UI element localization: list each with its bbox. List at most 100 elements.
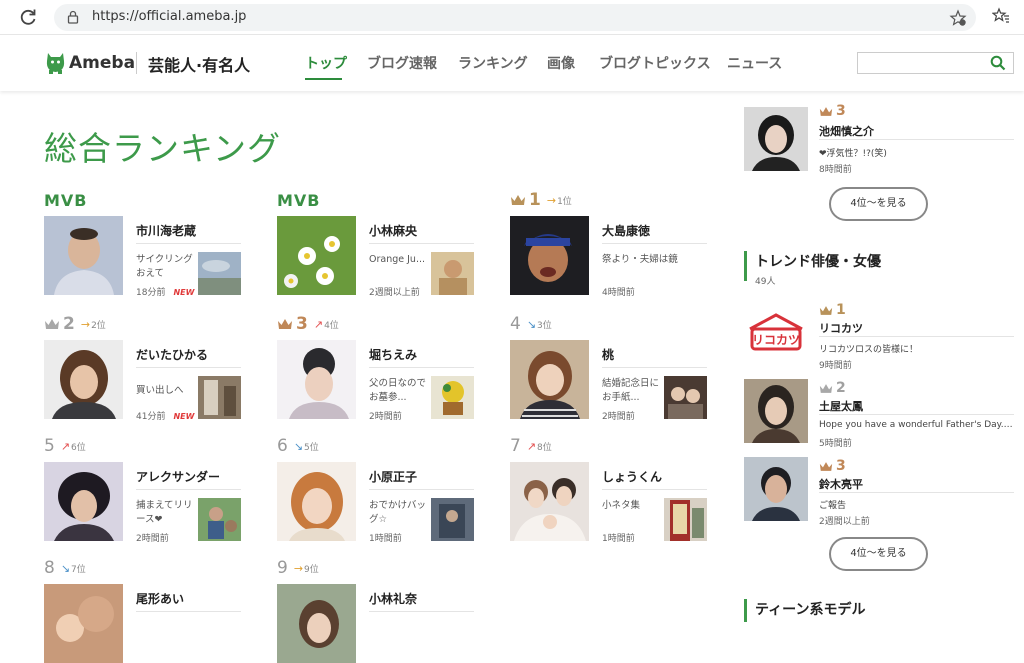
blogger-name[interactable]: 大島康徳: [602, 222, 650, 239]
ranking-card[interactable]: 3 ↗4位 堀ちえみ 父の日なのでお墓参... 2時間前: [277, 314, 475, 422]
new-badge: NEW: [173, 288, 195, 297]
entry-thumbnail[interactable]: [664, 498, 707, 541]
entry-snippet[interactable]: リコカツロスの皆様に！: [819, 342, 1014, 355]
profile-photo[interactable]: [277, 584, 356, 663]
ranking-card[interactable]: MVB 小林麻央 Orange Ju... 2週間以上前: [277, 191, 475, 298]
blogger-name[interactable]: 池畑慎之介: [819, 123, 874, 139]
sidebar-ranking-item[interactable]: リコカツ 1 リコカツ リコカツロスの皆様に！ 9時間前: [744, 301, 1024, 371]
blogger-name[interactable]: リコカツ: [819, 320, 863, 336]
profile-photo[interactable]: [510, 340, 589, 419]
address-bar[interactable]: https://official.ameba.jp: [54, 4, 976, 31]
entry-thumbnail[interactable]: [431, 252, 474, 295]
entry-snippet[interactable]: 結婚記念日にお手紙...: [602, 377, 660, 405]
entry-snippet[interactable]: Orange Ju...: [369, 253, 427, 281]
rank-movement: →9位: [293, 561, 319, 575]
nav-top[interactable]: トップ: [305, 53, 347, 73]
entry-snippet[interactable]: 捕まえてリリース❤: [136, 499, 194, 527]
ranking-card[interactable]: 5 ↗6位 アレクサンダー 捕まえてリリース❤ 2時間前: [44, 436, 242, 544]
rank-number: 3: [836, 458, 846, 474]
ranking-card[interactable]: 6 ↘5位 小原正子 おでかけバッグ☆ 1時間前: [277, 436, 475, 544]
blogger-name[interactable]: 土屋太鳳: [819, 398, 863, 414]
url-text[interactable]: https://official.ameba.jp: [92, 9, 246, 24]
site-name[interactable]: 芸能人·有名人: [148, 52, 250, 76]
rikokatsu-logo[interactable]: リコカツ: [744, 301, 808, 365]
nav-news[interactable]: ニュース: [727, 53, 782, 73]
svg-text:リコカツ: リコカツ: [752, 333, 800, 347]
rank-number: 2: [836, 380, 846, 396]
profile-photo[interactable]: [510, 462, 589, 541]
see-more-button[interactable]: 4位〜を見る: [829, 187, 928, 221]
arrow-up-icon: ↗: [526, 439, 537, 453]
rank-number: 4: [510, 314, 521, 334]
profile-photo[interactable]: [744, 107, 808, 171]
entry-thumbnail[interactable]: [198, 376, 241, 419]
entry-snippet[interactable]: 父の日なのでお墓参...: [369, 377, 427, 405]
blogger-name[interactable]: 鈴木亮平: [819, 476, 863, 492]
search-icon[interactable]: [990, 55, 1006, 71]
ranking-card[interactable]: 4 ↘3位 桃 結婚記念日にお手紙... 2時間前: [510, 314, 708, 422]
entry-time: 2時間前: [369, 412, 402, 422]
sidebar-ranking-item[interactable]: 3 池畑慎之介 ❤浮気性？!?(笑) 8時間前: [744, 103, 1024, 175]
ranking-card[interactable]: MVB 市川海老蔵 サイクリングおえて 18分前 NEW: [44, 191, 242, 298]
blogger-name[interactable]: だいたひかる: [136, 346, 208, 363]
ranking-card[interactable]: 8 ↘7位 尾形あい: [44, 558, 242, 663]
ranking-card[interactable]: 1 →1位 大島康徳 祭より・夫婦は鏡 4時間前: [510, 190, 708, 298]
rank-movement: ↘7位: [60, 561, 86, 575]
entry-snippet[interactable]: おでかけバッグ☆: [369, 499, 427, 527]
entry-time: 2週間以上前: [819, 517, 870, 527]
sidebar-ranking-item[interactable]: 3 鈴木亮平 ご報告 2週間以上前: [744, 457, 1024, 527]
blogger-name[interactable]: アレクサンダー: [136, 468, 220, 485]
profile-photo[interactable]: [44, 216, 123, 295]
page-title: 総合ランキング: [44, 129, 282, 168]
ranking-card[interactable]: 2 →2位 だいたひかる 買い出しへ 41分前 NEW: [44, 314, 242, 422]
entry-thumbnail[interactable]: [198, 498, 241, 541]
arrow-right-icon: →: [80, 317, 91, 331]
nav-ranking[interactable]: ランキング: [458, 53, 528, 73]
entry-time: 9時間前: [819, 361, 852, 371]
arrow-down-icon: ↘: [526, 317, 537, 331]
entry-snippet[interactable]: 祭より・夫婦は鏡: [602, 253, 702, 267]
entry-snippet[interactable]: 買い出しへ: [136, 384, 194, 412]
blogger-name[interactable]: 小林礼奈: [369, 590, 417, 607]
rank-number: 1: [529, 190, 541, 210]
reload-icon[interactable]: [18, 7, 38, 27]
nav-images[interactable]: 画像: [547, 53, 575, 73]
ameba-logo[interactable]: Ameba: [45, 49, 135, 77]
entry-thumbnail[interactable]: [664, 376, 707, 419]
profile-photo[interactable]: [277, 462, 356, 541]
blogger-name[interactable]: 市川海老蔵: [136, 222, 196, 239]
see-more-button[interactable]: 4位〜を見る: [829, 537, 928, 571]
profile-photo[interactable]: [44, 462, 123, 541]
sidebar-ranking-item[interactable]: 2 土屋太鳳 Hope you have a wonderful Father'…: [744, 379, 1024, 449]
entry-snippet[interactable]: Hope you have a wonderful Father's Day.…: [819, 420, 1014, 430]
bookmark-star-icon[interactable]: [949, 9, 967, 27]
profile-photo[interactable]: [277, 216, 356, 295]
profile-photo[interactable]: [44, 340, 123, 419]
entry-snippet[interactable]: サイクリングおえて: [136, 253, 194, 281]
rank-movement: →2位: [80, 317, 106, 331]
blogger-name[interactable]: しょうくん: [602, 468, 662, 485]
ranking-card[interactable]: 7 ↗8位 しょうくん 小ネタ集 1時間前: [510, 436, 708, 544]
ranking-card[interactable]: 9 →9位 小林礼奈: [277, 558, 475, 663]
blogger-name[interactable]: 小林麻央: [369, 222, 417, 239]
profile-photo[interactable]: [44, 584, 123, 663]
entry-time: 4時間前: [602, 288, 635, 298]
blogger-name[interactable]: 堀ちえみ: [369, 346, 417, 363]
nav-blog-topics[interactable]: ブログトピックス: [599, 53, 711, 73]
blogger-name[interactable]: 尾形あい: [136, 590, 184, 607]
search-input[interactable]: [857, 52, 1014, 74]
profile-photo[interactable]: [744, 457, 808, 521]
profile-photo[interactable]: [744, 379, 808, 443]
blogger-name[interactable]: 桃: [602, 346, 614, 363]
profile-photo[interactable]: [277, 340, 356, 419]
entry-thumbnail[interactable]: [431, 498, 474, 541]
blogger-name[interactable]: 小原正子: [369, 468, 417, 485]
arrow-right-icon: →: [293, 561, 304, 575]
profile-photo[interactable]: [510, 216, 589, 295]
nav-blog-news[interactable]: ブログ速報: [367, 53, 437, 73]
entry-snippet[interactable]: ご報告: [819, 498, 1014, 511]
entry-snippet[interactable]: ❤浮気性？!?(笑): [819, 146, 1014, 159]
favorites-icon[interactable]: [992, 7, 1010, 25]
entry-thumbnail[interactable]: [198, 252, 241, 295]
entry-thumbnail[interactable]: [431, 376, 474, 419]
